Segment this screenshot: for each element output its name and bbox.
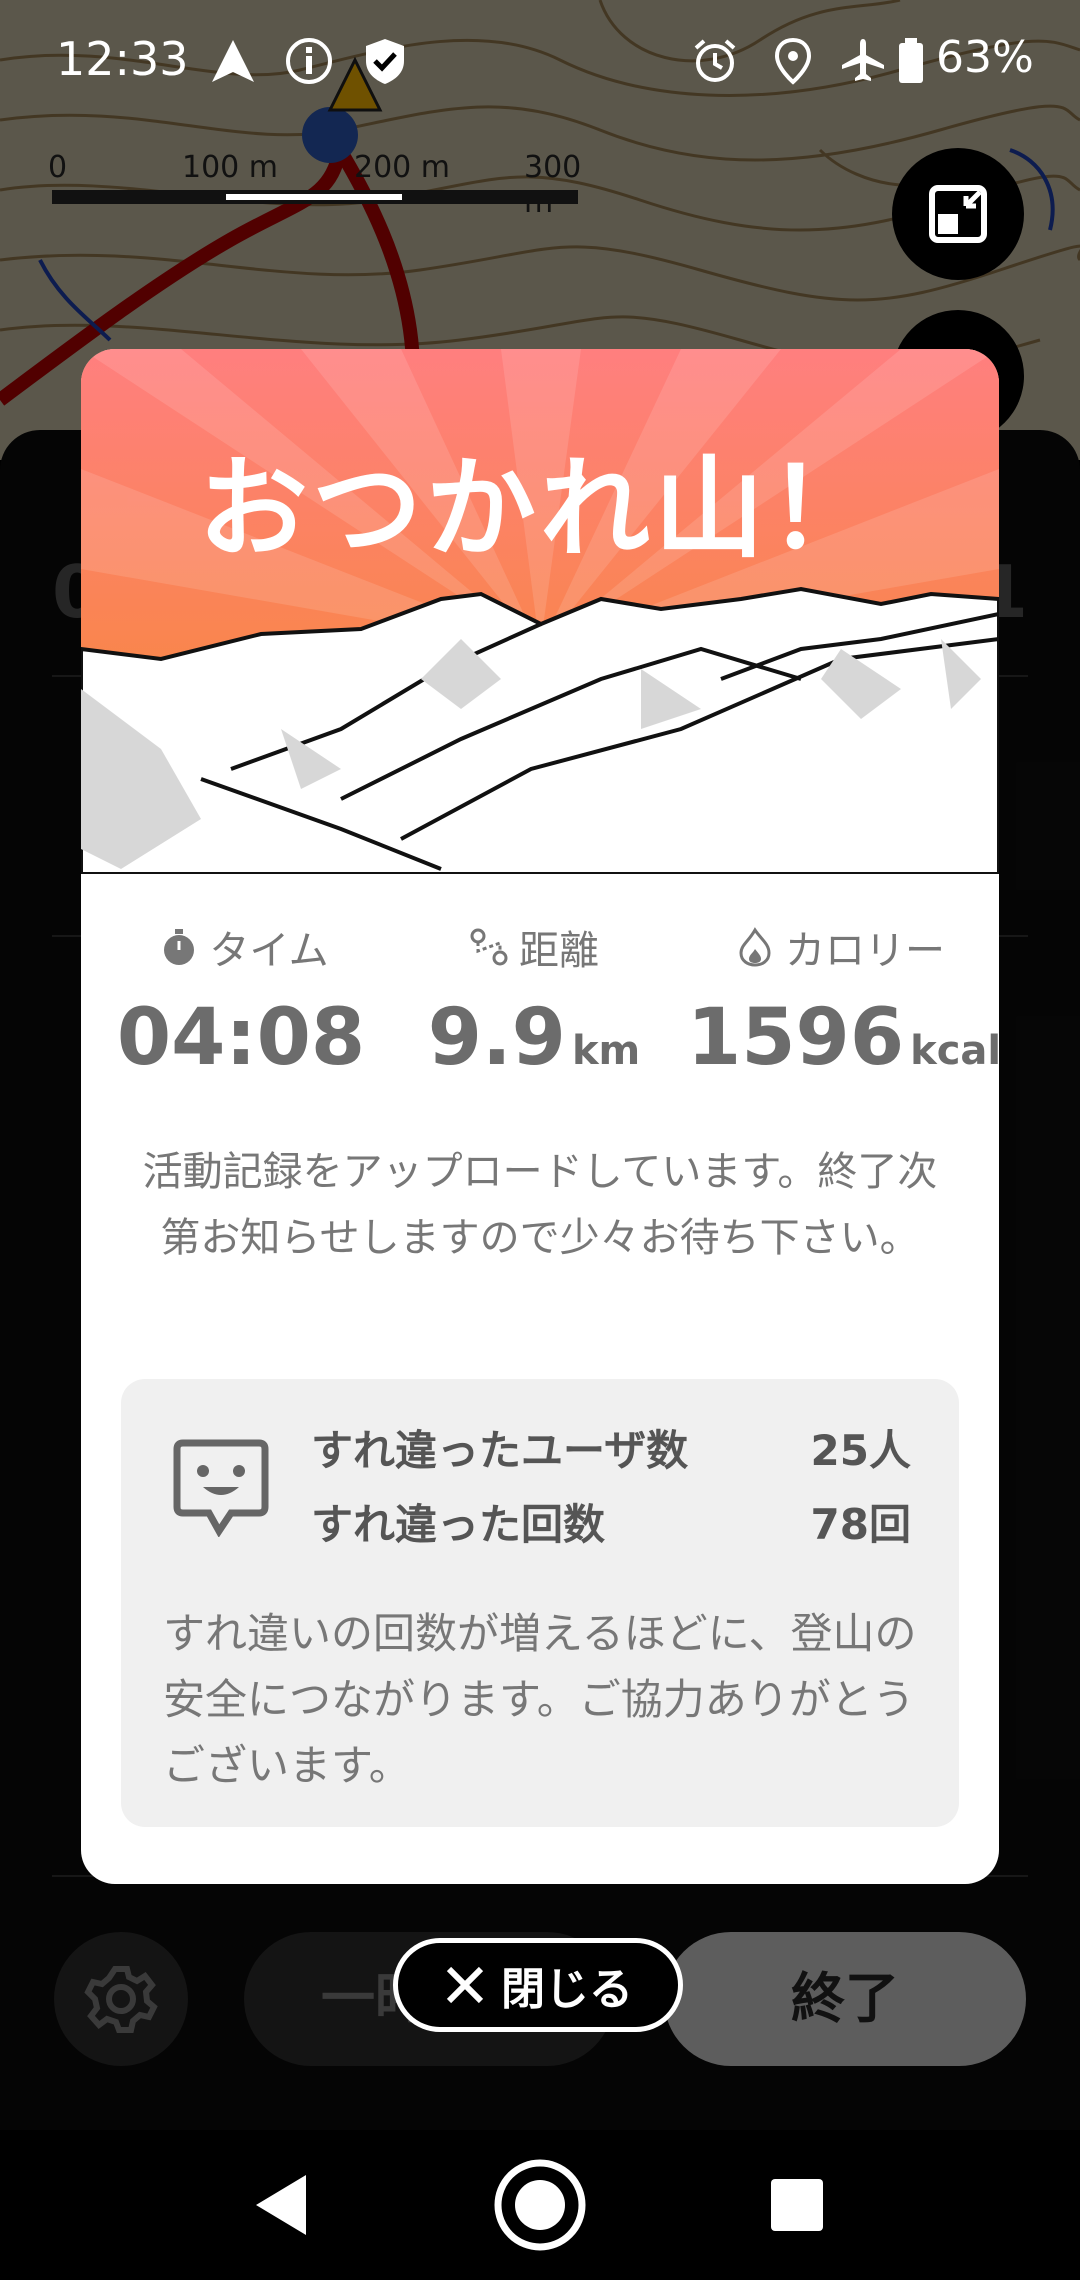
back-icon[interactable]	[226, 2150, 336, 2260]
navigation-bar	[0, 2130, 1080, 2280]
info-icon	[286, 38, 332, 84]
recents-icon[interactable]	[742, 2150, 852, 2260]
close-button[interactable]: 閉じる	[393, 1938, 683, 2032]
map-scale: 0 100 m 200 m 300 m	[48, 150, 581, 220]
dialog-title: おつかれ山！	[198, 445, 882, 573]
stat-value: 1596	[687, 993, 905, 1083]
flame-icon	[739, 927, 771, 967]
passing-users-value: 25人	[810, 1426, 911, 1475]
activity-stats: タイム 04:08 距離 9.9 km カロリー 1596 kcal	[81, 919, 999, 1089]
scale-label: 100 m	[182, 150, 279, 185]
upload-message: 活動記録をアップロードしています。終了次第お知らせしますので少々お待ち下さい。	[142, 1149, 938, 1261]
scale-label: 0	[48, 150, 68, 185]
stat-label: タイム	[209, 928, 329, 974]
close-label: 閉じる	[501, 1964, 633, 2015]
passing-note: すれ違いの回数が増えるほどに、登山の安全につながります。ご協力ありがとうございま…	[163, 1609, 917, 1790]
stopwatch-icon	[164, 929, 195, 965]
stat-time: タイム 04:08	[91, 919, 397, 1083]
close-icon	[446, 1966, 484, 2004]
status-time: 12:33	[56, 32, 189, 86]
battery-percent: 63%	[936, 32, 1034, 83]
passing-count-value: 78回	[810, 1500, 911, 1549]
smile-chat-icon	[173, 1439, 269, 1537]
scale-segment	[226, 194, 402, 200]
passing-users-row: すれ違ったユーザ数 25人	[311, 1417, 911, 1478]
gear-icon	[84, 1966, 158, 2033]
passing-users-label: すれ違ったユーザ数	[311, 1426, 689, 1475]
passing-info-card: すれ違ったユーザ数 25人 すれ違った回数 78回 すれ違いの回数が増えるほどに…	[121, 1379, 959, 1827]
navigation-icon	[212, 40, 254, 82]
settings-button[interactable]	[54, 1932, 188, 2066]
route-icon	[470, 928, 508, 966]
stat-value: 04:08	[116, 993, 366, 1083]
passing-count-label: すれ違った回数	[311, 1500, 606, 1549]
scale-label: 200 m	[354, 150, 451, 185]
stat-label: カロリー	[785, 928, 945, 974]
battery-icon	[899, 38, 923, 83]
alarm-icon	[694, 39, 736, 82]
stat-value: 9.9	[427, 993, 566, 1083]
end-button[interactable]: 終了	[664, 1932, 1026, 2066]
collapse-map-button[interactable]	[892, 148, 1024, 280]
home-icon[interactable]	[485, 2150, 595, 2260]
collapse-map-icon	[929, 185, 987, 243]
summit-dialog: おつかれ山！ タイム 04:08 距離 9.9 km カロリー 1596 kcal …	[81, 349, 999, 1884]
status-bar: 12:33 63%	[0, 0, 1080, 120]
stat-unit: kcal	[910, 1028, 999, 1074]
stat-calories: カロリー 1596 kcal	[687, 919, 999, 1083]
stat-label: 距離	[519, 928, 599, 974]
airplane-icon	[842, 39, 884, 81]
hero-banner: おつかれ山！	[81, 349, 999, 874]
shield-icon	[366, 39, 404, 84]
stat-distance: 距離 9.9 km	[381, 919, 687, 1083]
stat-unit: km	[571, 1028, 641, 1074]
location-icon	[774, 37, 812, 85]
scale-label: 300 m	[524, 150, 582, 220]
passing-count-row: すれ違った回数 78回	[311, 1491, 911, 1552]
